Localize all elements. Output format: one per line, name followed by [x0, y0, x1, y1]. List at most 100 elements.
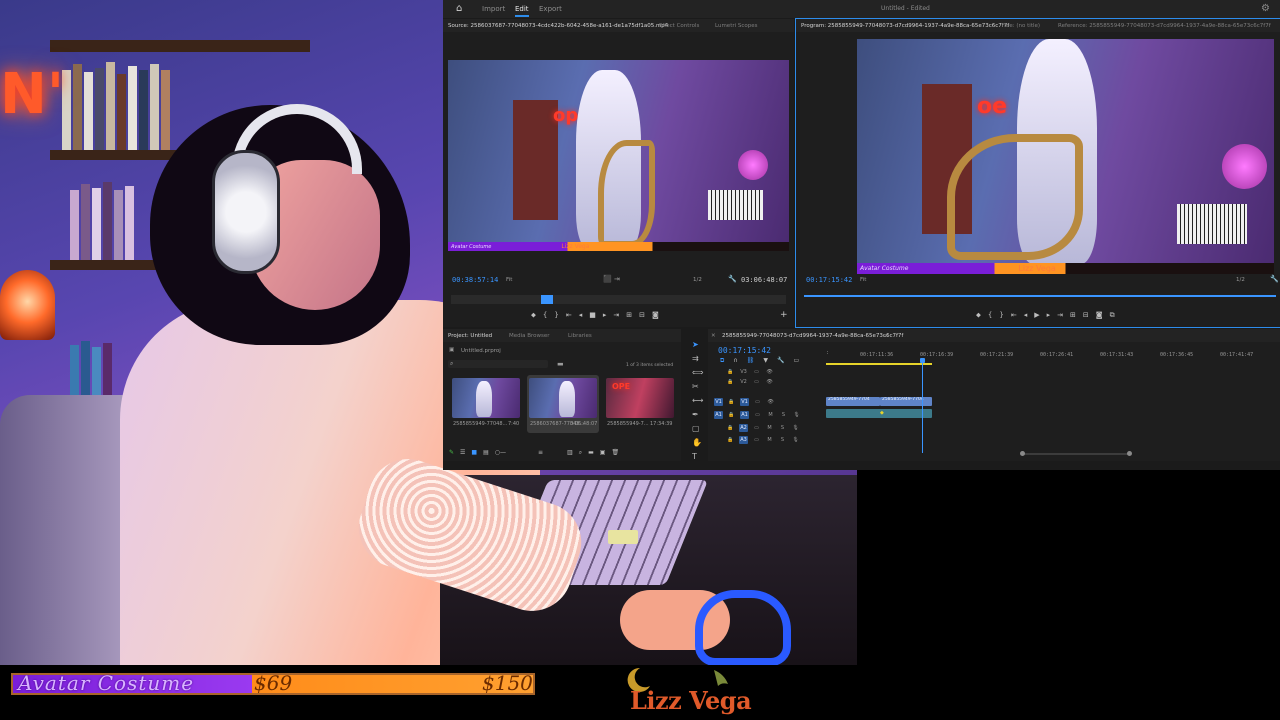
lock-icon[interactable]: 🔒 — [726, 368, 735, 376]
lock-icon[interactable]: 🔒 — [727, 411, 736, 419]
track-name[interactable]: A3 — [739, 435, 748, 444]
write-icon[interactable]: ✎ — [449, 449, 454, 457]
tab-media-browser[interactable]: Media Browser — [509, 333, 550, 339]
list-view-icon[interactable]: ☰ — [460, 449, 465, 457]
mark-out-icon[interactable]: } — [554, 311, 558, 320]
razor-icon[interactable]: ✂ — [692, 382, 703, 391]
tab-project[interactable]: Project: Untitled — [448, 333, 492, 339]
add-marker-icon[interactable]: ▼ — [763, 357, 768, 365]
snap-icon[interactable]: ∩ — [733, 357, 737, 365]
export-frame-icon[interactable]: ◙ — [652, 311, 659, 320]
solo-button[interactable]: S — [778, 436, 787, 444]
mic-icon[interactable]: 🎙 — [791, 436, 800, 444]
find-icon[interactable]: ⌕ — [579, 449, 582, 457]
project-item-thumbnail[interactable] — [452, 378, 520, 418]
step-back-icon[interactable]: ◂ — [579, 311, 583, 320]
track-name[interactable]: V2 — [739, 378, 748, 386]
mic-icon[interactable]: 🎙 — [791, 424, 800, 432]
project-item-thumbnail[interactable] — [529, 378, 597, 418]
track-name[interactable]: A1 — [740, 410, 749, 419]
source-playhead[interactable] — [541, 295, 553, 304]
close-icon[interactable]: ✕ — [711, 333, 716, 339]
program-step-back-icon[interactable]: ◂ — [1024, 311, 1028, 320]
playhead[interactable] — [922, 359, 923, 453]
trash-icon[interactable]: 🗑 — [611, 449, 619, 457]
program-ratio-select[interactable]: 1/2 — [1236, 277, 1245, 283]
source-patch-a1[interactable]: A1 — [714, 410, 723, 419]
source-add-button-icon[interactable]: + — [780, 310, 788, 320]
track-select-icon[interactable]: ⇉ — [692, 354, 703, 363]
scroll-end-handle[interactable] — [1127, 451, 1132, 456]
step-forward-icon[interactable]: ▸ — [603, 311, 607, 320]
program-step-forward-icon[interactable]: ▸ — [1047, 311, 1051, 320]
sequence-menu-icon[interactable]: ≡ — [884, 333, 889, 339]
sync-lock-icon[interactable]: ▭ — [752, 378, 761, 386]
tab-source[interactable]: Source: 2586037687-77048073-4cdc422b-604… — [448, 23, 668, 29]
sync-lock-icon[interactable]: ▭ — [753, 398, 762, 406]
work-area-bar[interactable] — [826, 363, 932, 365]
lift-icon[interactable]: ⊞ — [1070, 311, 1076, 320]
lock-icon[interactable]: 🔒 — [726, 424, 735, 432]
mute-button[interactable]: M — [765, 424, 774, 432]
program-fit-select[interactable]: Fit — [860, 277, 866, 283]
pen-tool-icon[interactable]: ✒ — [692, 410, 703, 419]
zoom-slider[interactable]: ○— — [495, 449, 506, 457]
tab-sequence[interactable]: 2585855949-77048073-d7cd9964-1937-4a9e-8… — [722, 333, 903, 339]
playhead-handle[interactable] — [920, 358, 925, 363]
program-export-frame-icon[interactable]: ◙ — [1096, 311, 1103, 320]
project-item-thumbnail[interactable]: OPE — [606, 378, 674, 418]
workspace-edit[interactable]: Edit — [515, 5, 529, 17]
eye-icon[interactable]: 👁 — [765, 368, 774, 376]
slip-tool-icon[interactable]: ⟷ — [692, 396, 703, 405]
solo-button[interactable]: S — [779, 411, 788, 419]
source-wrench-icon[interactable]: 🔧 — [728, 275, 737, 283]
nest-icon[interactable]: ⧉ — [720, 357, 724, 365]
source-scrubber[interactable] — [451, 295, 786, 304]
tab-effect-controls[interactable]: Effect Controls — [659, 23, 699, 29]
timeline-zoom-scrollbar[interactable] — [1020, 451, 1132, 456]
timeline-settings-icon[interactable]: 🔧 — [777, 357, 784, 365]
sync-lock-icon[interactable]: ▭ — [752, 436, 761, 444]
program-go-to-out-icon[interactable]: ⇥ — [1057, 311, 1063, 320]
go-to-in-icon[interactable]: ⇤ — [566, 311, 572, 320]
mark-in-icon[interactable]: { — [543, 311, 547, 320]
mute-button[interactable]: M — [765, 436, 774, 444]
lock-icon[interactable]: 🔒 — [727, 398, 736, 406]
comparison-view-icon[interactable]: ⧉ — [1110, 311, 1115, 320]
new-item-icon[interactable]: ▣ — [600, 449, 606, 457]
audio-clip[interactable]: ◆ — [826, 409, 932, 418]
program-scrubber[interactable] — [804, 295, 1276, 297]
program-wrench-icon[interactable]: 🔧 — [1270, 275, 1279, 283]
eye-icon[interactable]: 👁 — [765, 378, 774, 386]
track-name[interactable]: A2 — [739, 423, 748, 432]
source-video[interactable]: op Avatar Costume Lizz Vega — [448, 60, 789, 251]
freeform-view-icon[interactable]: ▤ — [483, 449, 489, 457]
keyframe-icon[interactable]: ◆ — [880, 410, 884, 416]
new-bin-icon[interactable]: ▬ — [557, 360, 564, 368]
source-timecode[interactable]: 00:38:57:14 — [452, 276, 498, 284]
source-fit-select[interactable]: Fit — [506, 277, 512, 283]
eye-icon[interactable]: 👁 — [766, 398, 775, 406]
extract-icon[interactable]: ⊟ — [1083, 311, 1089, 320]
program-play-icon[interactable]: ▶ — [1034, 311, 1039, 320]
program-mark-out-icon[interactable]: } — [999, 311, 1003, 320]
mic-icon[interactable]: 🎙 — [792, 411, 801, 419]
track-name[interactable]: V1 — [740, 397, 749, 406]
program-mark-in-icon[interactable]: { — [988, 311, 992, 320]
program-marker-icon[interactable]: ⬥ — [976, 311, 981, 320]
selection-tool-icon[interactable]: ➤ — [692, 340, 703, 349]
insert-icon[interactable]: ⊞ — [626, 311, 632, 320]
sync-lock-icon[interactable]: ▭ — [752, 368, 761, 376]
type-tool-icon[interactable]: T — [692, 452, 703, 461]
sync-lock-icon[interactable]: ▭ — [752, 424, 761, 432]
tab-libraries[interactable]: Libraries — [568, 333, 592, 339]
hand-tool-icon[interactable]: ✋ — [692, 438, 703, 447]
tab-title[interactable]: Title: (no title) — [1001, 23, 1040, 29]
scroll-start-handle[interactable] — [1020, 451, 1025, 456]
program-timecode[interactable]: 00:17:15:42 — [806, 276, 852, 284]
video-clip[interactable]: 2585855949-7704 — [826, 397, 880, 406]
automate-icon[interactable]: ▥ — [567, 449, 573, 457]
solo-button[interactable]: S — [778, 424, 787, 432]
program-go-to-in-icon[interactable]: ⇤ — [1011, 311, 1017, 320]
captions-icon[interactable]: ▭ — [793, 357, 799, 365]
